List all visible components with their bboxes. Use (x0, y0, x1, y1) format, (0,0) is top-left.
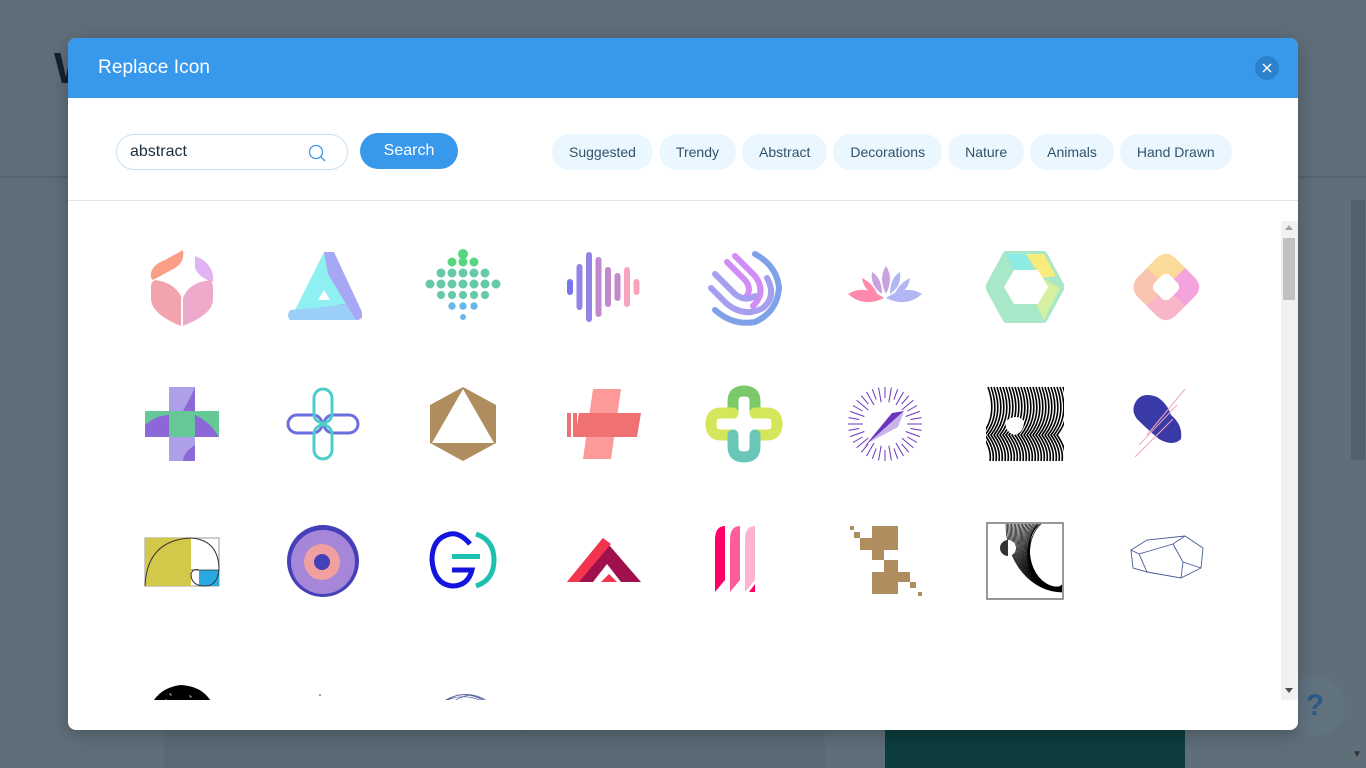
icon-tile[interactable] (1127, 522, 1205, 600)
blue-wave-blob-icon (705, 659, 783, 700)
background-caret-icon: ▼ (1352, 749, 1362, 760)
sunburst-paper-plane-icon (847, 387, 922, 461)
category-chips: Suggested Trendy Abstract Decorations Na… (552, 134, 1232, 170)
blob-slashes-icon (1132, 388, 1185, 458)
faceted-stone-icon (1127, 659, 1205, 700)
medical-cross-stripes-icon (566, 389, 641, 459)
impossible-triangle-icon (287, 252, 362, 320)
rounded-square-ring-icon (1133, 253, 1199, 321)
sound-wave-icon (566, 252, 639, 322)
organic-circles-icon (318, 694, 321, 696)
icon-tile[interactable] (846, 659, 924, 700)
icon-tile[interactable] (986, 659, 1064, 700)
category-chip-decorations[interactable]: Decorations (833, 134, 943, 170)
lotus-icon (847, 266, 922, 303)
ge-monogram-icon (429, 531, 497, 589)
scribble-circle-icon (445, 694, 486, 700)
icon-tile[interactable] (284, 659, 362, 700)
close-icon (1262, 63, 1272, 73)
background-scrollbar (1351, 200, 1365, 460)
dot-diamond-icon (425, 249, 501, 320)
hexagon-ring-icon (986, 251, 1064, 323)
icon-tile[interactable] (846, 385, 924, 463)
icon-tile[interactable] (143, 248, 221, 326)
wireframe-gem-icon (1130, 535, 1203, 579)
scroll-up-arrow-icon[interactable] (1285, 225, 1293, 230)
golden-ratio-icon (144, 537, 220, 587)
rounded-clover-icon (705, 385, 783, 463)
icon-tile[interactable] (1127, 659, 1205, 700)
category-chip-trendy[interactable]: Trendy (658, 134, 737, 170)
close-button[interactable] (1255, 56, 1279, 80)
icon-tile[interactable] (705, 522, 783, 600)
icon-tile[interactable] (705, 385, 783, 463)
mountain-roof-icon (566, 538, 641, 582)
icon-tile[interactable] (846, 248, 924, 326)
orange-navy-blob-icon (565, 659, 643, 700)
icon-tile[interactable] (424, 659, 502, 700)
category-chip-suggested[interactable]: Suggested (552, 134, 653, 170)
icon-tile[interactable] (986, 248, 1064, 326)
icon-tile[interactable] (284, 522, 362, 600)
gallery-scrollbar[interactable] (1281, 221, 1298, 700)
scroll-down-arrow-icon[interactable] (1285, 688, 1293, 693)
search-field[interactable] (116, 134, 348, 170)
icon-tile[interactable] (705, 659, 783, 700)
icon-tile[interactable] (846, 522, 924, 600)
hexagon-triangle-icon (430, 387, 496, 461)
search-input[interactable] (130, 143, 300, 161)
replace-icon-dialog: Replace Icon Search Suggested Trendy Abs… (68, 38, 1298, 730)
scroll-thumb[interactable] (1283, 238, 1295, 300)
background-dark-card (885, 730, 1185, 768)
icon-tile[interactable] (705, 248, 783, 326)
starry-dome-icon (150, 685, 212, 700)
icon-tile[interactable] (143, 385, 221, 463)
category-chip-animals[interactable]: Animals (1030, 134, 1114, 170)
icon-tile[interactable] (424, 385, 502, 463)
dialog-title: Replace Icon (98, 57, 211, 78)
category-chip-nature[interactable]: Nature (948, 134, 1025, 170)
icon-tile[interactable] (284, 248, 362, 326)
icon-tile[interactable] (424, 522, 502, 600)
icon-grid (143, 248, 1205, 700)
icon-gallery (68, 201, 1298, 700)
icon-tile[interactable] (143, 522, 221, 600)
textured-cross-icon (145, 387, 219, 461)
icon-tile[interactable] (284, 385, 362, 463)
search-toolbar: Search Suggested Trendy Abstract Decorat… (68, 98, 1298, 201)
swirl-circle-icon (286, 525, 359, 597)
category-chip-hand-drawn[interactable]: Hand Drawn (1119, 134, 1232, 170)
search-icon[interactable] (307, 143, 327, 163)
fingerprint-icon (708, 251, 783, 326)
dialog-header: Replace Icon (68, 38, 1298, 98)
chain-link-clover-icon (286, 387, 359, 461)
icon-tile[interactable] (986, 522, 1064, 600)
stripe-m-icon (715, 526, 755, 592)
wireframe-crystal-icon (846, 659, 924, 700)
icon-tile[interactable] (565, 385, 643, 463)
zebra-wave-square-icon (986, 386, 1064, 462)
icon-tile[interactable] (1127, 385, 1205, 463)
icon-tile[interactable] (143, 659, 221, 700)
icon-tile[interactable] (424, 248, 502, 326)
icon-tile[interactable] (986, 385, 1064, 463)
icon-tile[interactable] (565, 248, 643, 326)
icon-tile[interactable] (565, 522, 643, 600)
geometric-rock-icon (986, 659, 1064, 700)
icon-tile[interactable] (1127, 248, 1205, 326)
category-chip-abstract[interactable]: Abstract (742, 134, 828, 170)
petal-hexagon-icon (150, 250, 213, 326)
search-button[interactable]: Search (360, 133, 458, 169)
pixel-diagonal-icon (849, 526, 922, 596)
icon-tile[interactable] (565, 659, 643, 700)
radial-lines-square-icon (986, 522, 1064, 600)
